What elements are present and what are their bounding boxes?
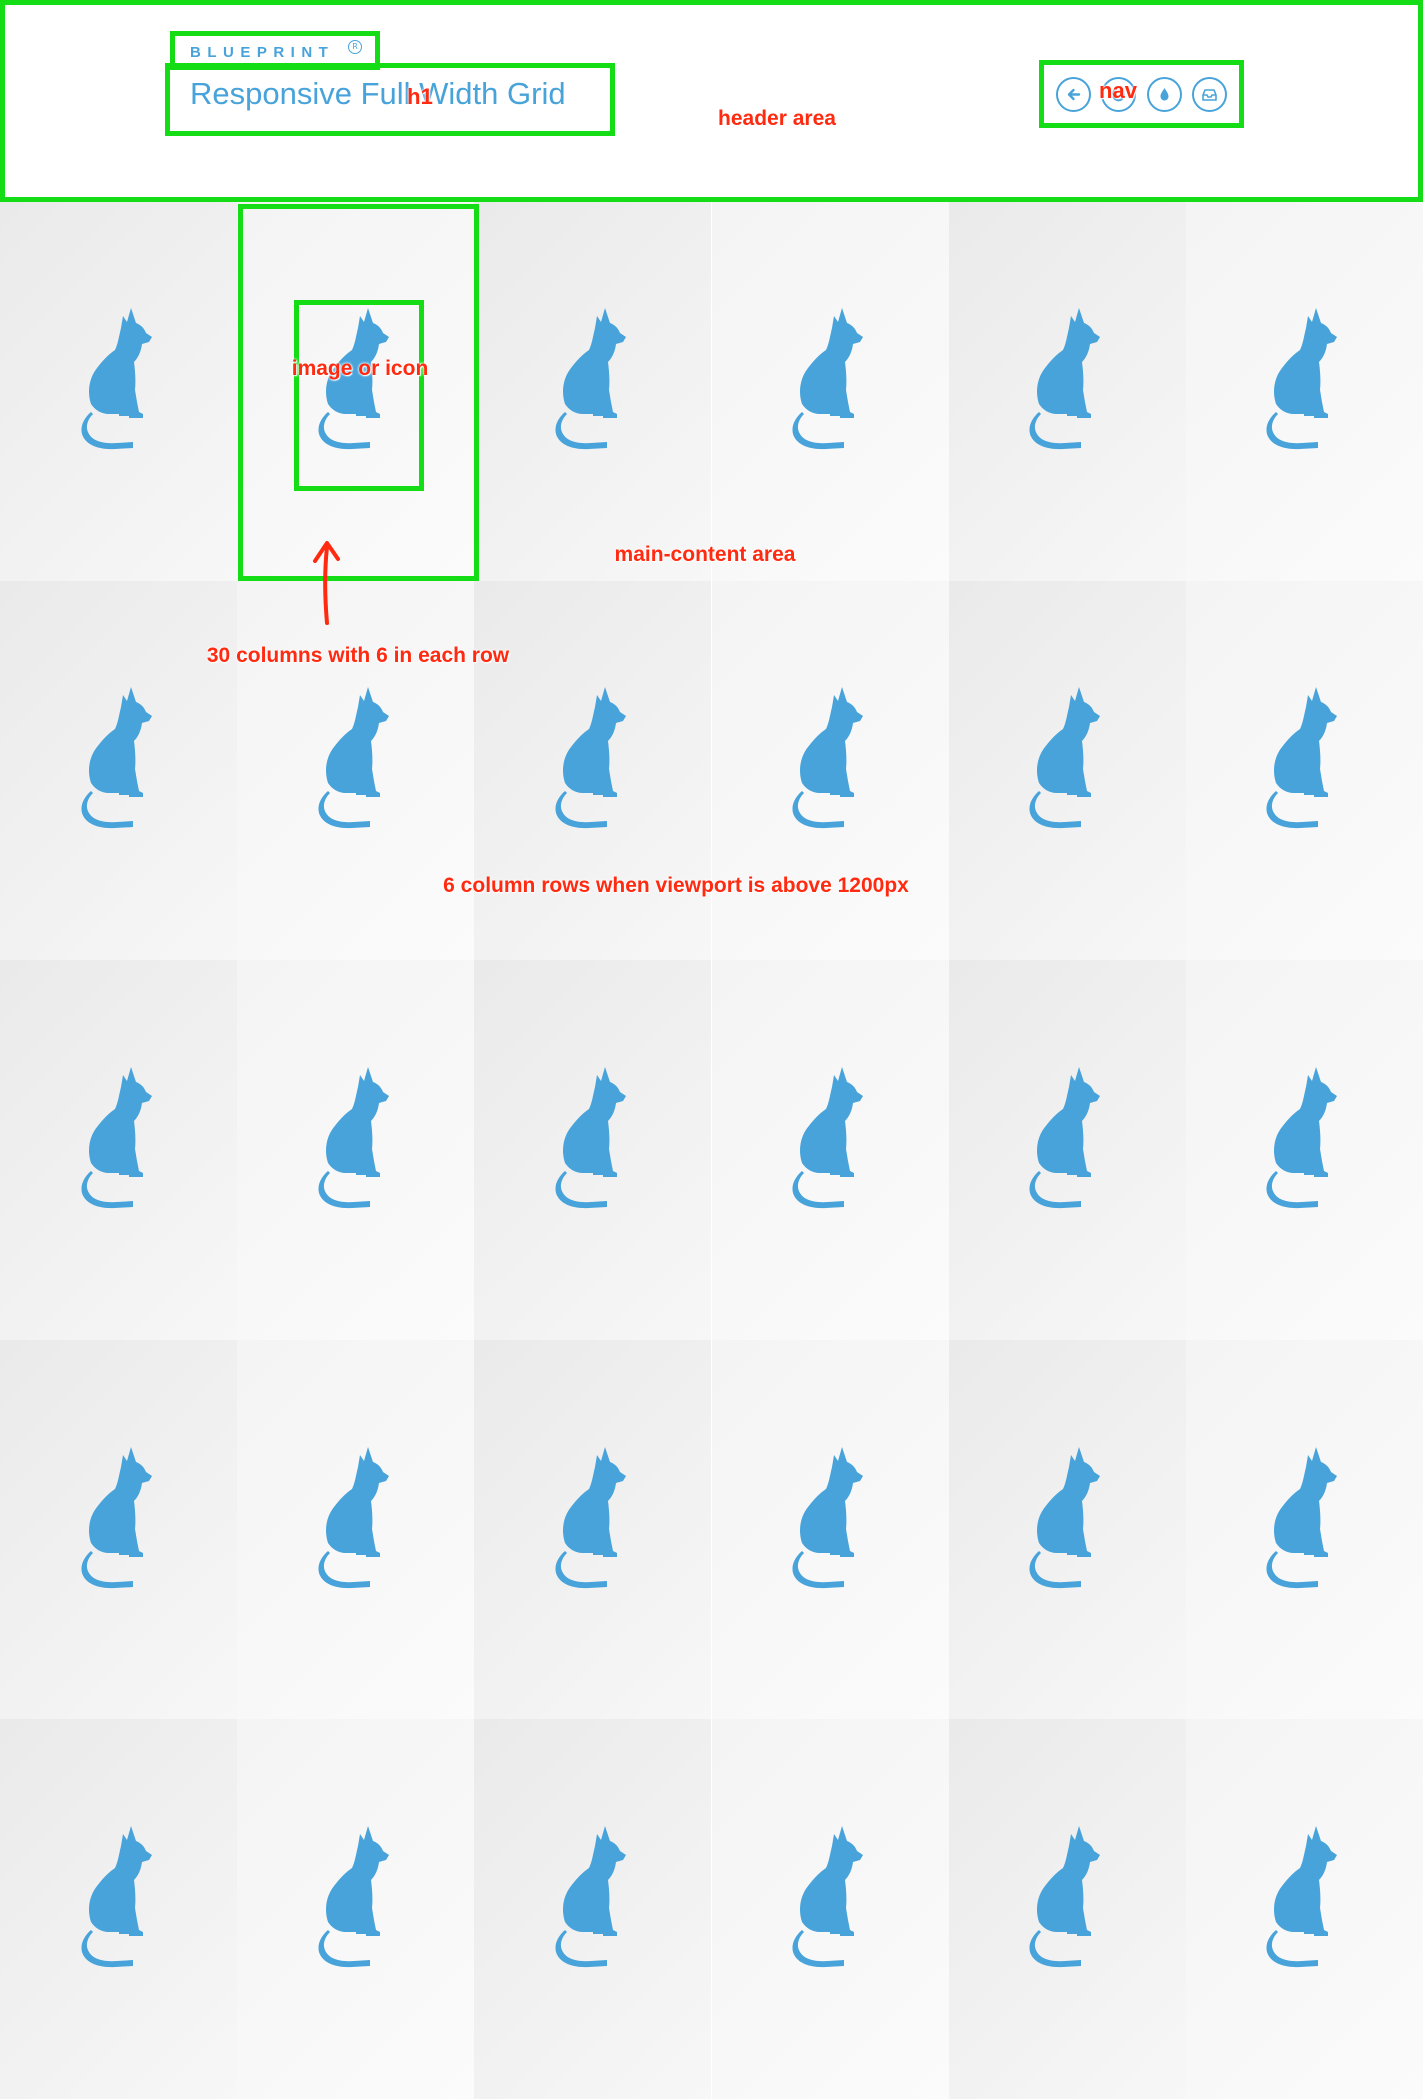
- grid-item[interactable]: [0, 580, 238, 961]
- cat-icon: [1027, 306, 1107, 456]
- cat-icon: [790, 1824, 870, 1974]
- cat-icon: [553, 1824, 633, 1974]
- cat-icon: [553, 1065, 633, 1215]
- main-content-area-label: main-content area: [614, 543, 796, 566]
- cat-icon: [1027, 1065, 1107, 1215]
- grid-item[interactable]: [474, 580, 712, 961]
- grid-item[interactable]: [237, 1719, 475, 2099]
- grid-item[interactable]: [1185, 201, 1423, 581]
- cat-icon: [1264, 1445, 1344, 1595]
- cat-icon: [1027, 1445, 1107, 1595]
- cat-icon: [79, 1065, 159, 1215]
- grid-item[interactable]: [0, 960, 238, 1340]
- grid-item[interactable]: [237, 580, 475, 961]
- grid-item[interactable]: [711, 1719, 949, 2099]
- grid-item[interactable]: [0, 201, 238, 581]
- cat-icon: [1264, 1824, 1344, 1974]
- cat-icon: [553, 306, 633, 456]
- cat-icon: [79, 306, 159, 456]
- grid-item[interactable]: [711, 960, 949, 1340]
- cat-icon: [79, 1445, 159, 1595]
- grid-item[interactable]: [711, 201, 949, 581]
- h1-label: h1: [407, 84, 433, 109]
- cat-icon: [790, 1445, 870, 1595]
- registered-mark-icon: R: [348, 40, 362, 54]
- grid-item[interactable]: [237, 201, 475, 581]
- drop-button[interactable]: [1147, 77, 1182, 112]
- cat-icon: [79, 1824, 159, 1974]
- grid-item[interactable]: [237, 960, 475, 1340]
- cat-icon: [316, 1065, 396, 1215]
- grid-item[interactable]: [474, 960, 712, 1340]
- page-title: Responsive Full Width Grid: [190, 76, 566, 111]
- droplet-icon: [1160, 88, 1169, 101]
- cat-icon: [1264, 306, 1344, 456]
- cat-icon: [553, 685, 633, 835]
- grid-item[interactable]: [1185, 1719, 1423, 2099]
- cat-icon: [316, 1824, 396, 1974]
- nav-label: nav: [1099, 78, 1137, 103]
- cat-icon: [1264, 685, 1344, 835]
- grid-item[interactable]: [474, 1719, 712, 2099]
- grid-item[interactable]: [0, 1719, 238, 2099]
- grid-item[interactable]: [711, 580, 949, 961]
- cat-icon: [316, 1445, 396, 1595]
- cat-icon: [1264, 1065, 1344, 1215]
- grid-item[interactable]: [0, 1339, 238, 1720]
- image-or-icon-label: image or icon: [291, 357, 429, 380]
- grid-item[interactable]: [1185, 1339, 1423, 1720]
- cat-icon: [553, 1445, 633, 1595]
- grid-item[interactable]: [948, 960, 1186, 1340]
- annotation-arrow: [313, 541, 340, 625]
- columns-label: 30 columns with 6 in each row: [206, 644, 510, 667]
- grid-item[interactable]: [1185, 960, 1423, 1340]
- main-content-area: [0, 201, 1423, 2099]
- grid-item[interactable]: [948, 1719, 1186, 2099]
- header-area-label: header area: [718, 107, 836, 130]
- cat-icon: [790, 1065, 870, 1215]
- cat-icon: [316, 685, 396, 835]
- header-area: BLUEPRINT R Responsive Full Width Grid: [0, 0, 1423, 201]
- arrow-left-icon: [1067, 88, 1081, 101]
- viewport-label: 6 column rows when viewport is above 120…: [443, 874, 909, 897]
- grid-item[interactable]: [1185, 580, 1423, 961]
- cat-icon: [790, 306, 870, 456]
- inbox-icon: [1202, 89, 1217, 101]
- inbox-button[interactable]: [1192, 77, 1227, 112]
- cat-icon: [1027, 1824, 1107, 1974]
- cat-icon: [790, 685, 870, 835]
- back-button[interactable]: [1056, 77, 1091, 112]
- grid-item[interactable]: [948, 201, 1186, 581]
- grid-item[interactable]: [711, 1339, 949, 1720]
- cat-icon: [79, 685, 159, 835]
- grid-item[interactable]: [474, 1339, 712, 1720]
- grid-item[interactable]: [237, 1339, 475, 1720]
- logo[interactable]: BLUEPRINT: [190, 44, 334, 61]
- grid-item[interactable]: [948, 1339, 1186, 1720]
- grid-item[interactable]: [948, 580, 1186, 961]
- cat-icon: [1027, 685, 1107, 835]
- grid-item[interactable]: [474, 201, 712, 581]
